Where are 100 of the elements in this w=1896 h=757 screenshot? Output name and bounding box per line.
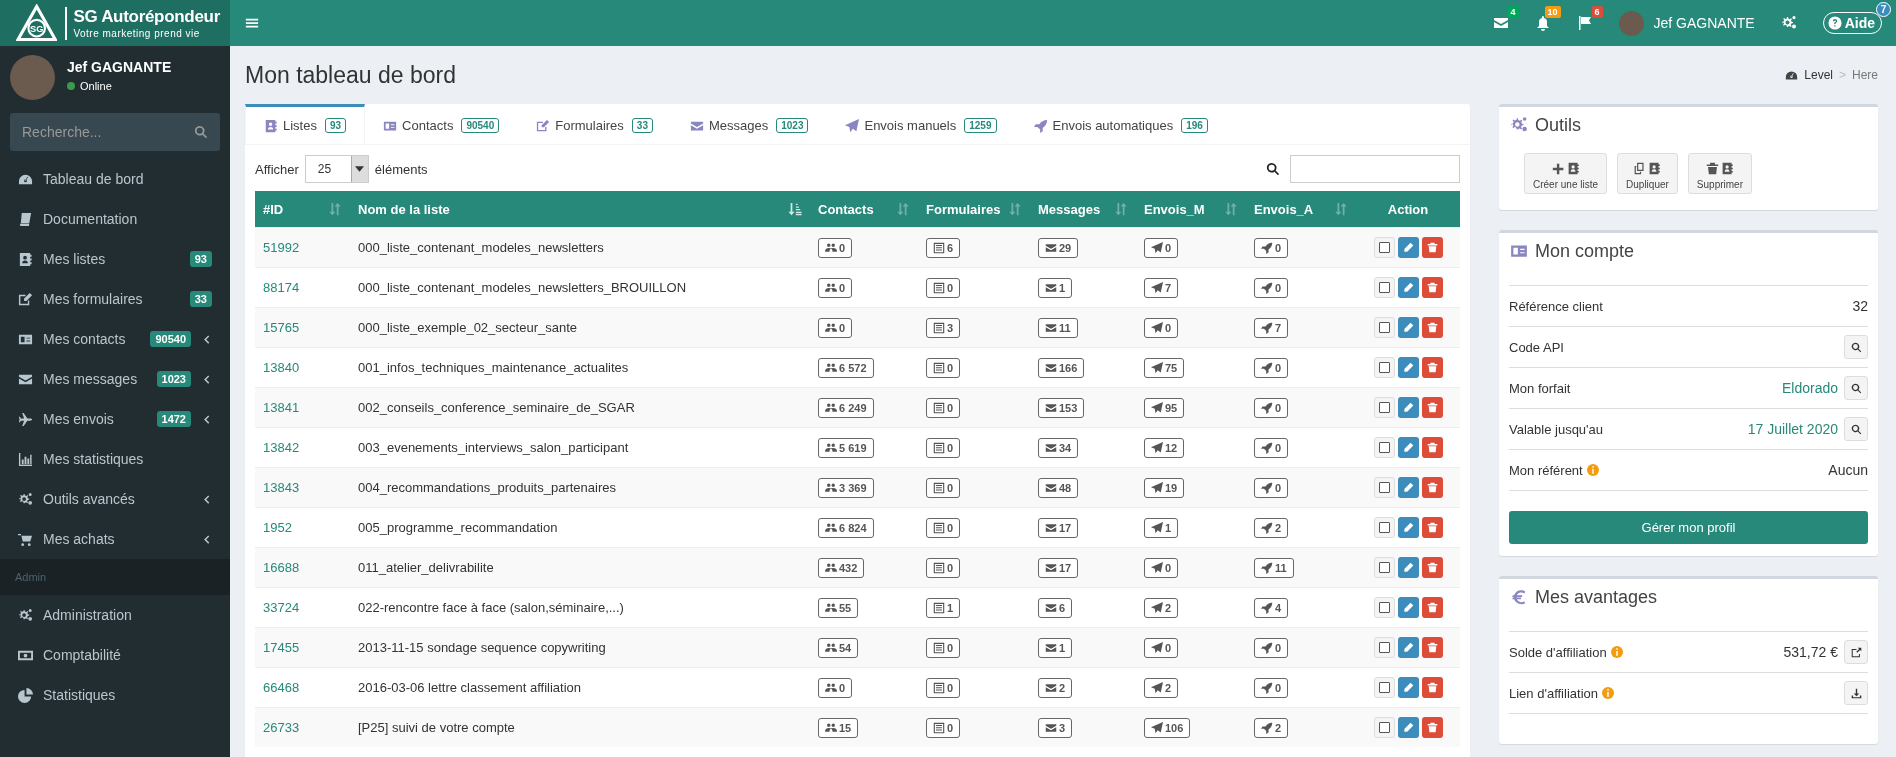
search-button[interactable] (1844, 335, 1868, 359)
select-checkbox[interactable] (1373, 317, 1395, 338)
contacts-count[interactable]: 6 249 (818, 397, 874, 418)
edit-button[interactable] (1397, 437, 1419, 458)
share-button[interactable] (1844, 640, 1868, 664)
auto-sends-count[interactable]: 2 (1254, 717, 1289, 738)
manual-sends-count[interactable]: 0 (1144, 237, 1179, 258)
edit-button[interactable] (1397, 637, 1419, 658)
manual-sends-count[interactable]: 2 (1144, 677, 1179, 698)
forms-count[interactable]: 0 (926, 557, 961, 578)
forms-count[interactable]: 0 (926, 677, 961, 698)
list-id-link[interactable]: 66468 (263, 680, 300, 695)
breadcrumb-link[interactable]: Here (1852, 68, 1878, 82)
manual-sends-count[interactable]: 1 (1144, 517, 1179, 538)
messages-count[interactable]: 6 (1038, 597, 1073, 618)
auto-sends-count[interactable]: 0 (1254, 237, 1289, 258)
delete-button[interactable] (1421, 237, 1443, 258)
select-checkbox[interactable] (1373, 237, 1395, 258)
auto-sends-count[interactable]: 0 (1254, 437, 1289, 458)
column-header[interactable]: Nom de la liste (350, 191, 810, 228)
auto-sends-count[interactable]: 0 (1254, 677, 1289, 698)
search-button[interactable] (1844, 417, 1868, 441)
sidebar-item[interactable]: Outils avancés (0, 479, 230, 519)
forms-count[interactable]: 1 (926, 597, 961, 618)
list-id-link[interactable]: 16688 (263, 560, 300, 575)
manual-sends-count[interactable]: 0 (1144, 317, 1179, 338)
user-menu-link[interactable]: Jef GAGNANTE (1653, 15, 1755, 31)
forms-count[interactable]: 0 (926, 397, 961, 418)
contacts-count[interactable]: 5 619 (818, 437, 874, 458)
messages-count[interactable]: 34 (1038, 437, 1079, 458)
list-id-link[interactable]: 51992 (263, 240, 300, 255)
tool-button[interactable]: Supprimer (1687, 153, 1752, 194)
value-link[interactable]: Eldorado (1781, 380, 1838, 396)
edit-button[interactable] (1397, 317, 1419, 338)
forms-count[interactable]: 0 (926, 717, 961, 738)
tool-button[interactable]: Créer une liste (1524, 153, 1608, 194)
column-header[interactable]: Contacts (810, 191, 918, 228)
delete-button[interactable] (1421, 717, 1443, 738)
value-link[interactable]: 17 Juillet 2020 (1747, 421, 1838, 437)
select-checkbox[interactable] (1373, 597, 1395, 618)
auto-sends-count[interactable]: 2 (1254, 517, 1289, 538)
messages-count[interactable]: 1 (1038, 277, 1073, 298)
auto-sends-count[interactable]: 4 (1254, 597, 1289, 618)
list-id-link[interactable]: 13840 (263, 360, 300, 375)
edit-button[interactable] (1397, 397, 1419, 418)
messages-count[interactable]: 166 (1038, 357, 1085, 378)
edit-button[interactable] (1397, 717, 1419, 738)
delete-button[interactable] (1421, 397, 1443, 418)
contacts-count[interactable]: 6 824 (818, 517, 874, 538)
tab[interactable]: Envois automatiques 196 (1015, 104, 1227, 144)
contacts-count[interactable]: 0 (818, 237, 853, 258)
manual-sends-count[interactable]: 0 (1144, 637, 1179, 658)
select-checkbox[interactable] (1373, 637, 1395, 658)
delete-button[interactable] (1421, 637, 1443, 658)
column-header[interactable]: Envois_A (1246, 191, 1356, 228)
tab[interactable]: Contacts 90540 (365, 104, 519, 144)
contacts-count[interactable]: 15 (818, 717, 859, 738)
select-checkbox[interactable] (1373, 717, 1395, 738)
list-id-link[interactable]: 1952 (263, 520, 292, 535)
auto-sends-count[interactable]: 11 (1254, 557, 1294, 578)
list-id-link[interactable]: 33724 (263, 600, 300, 615)
page-size-select[interactable]: 25 (304, 155, 369, 183)
manual-sends-count[interactable]: 12 (1144, 437, 1185, 458)
list-id-link[interactable]: 17455 (263, 640, 300, 655)
search-icon[interactable] (194, 125, 208, 139)
contacts-count[interactable]: 54 (818, 637, 859, 658)
column-header[interactable]: #ID (255, 191, 350, 228)
forms-count[interactable]: 0 (926, 277, 961, 298)
sidebar-item[interactable]: Mes messages 1023 (0, 359, 230, 399)
manual-sends-count[interactable]: 75 (1144, 357, 1185, 378)
select-checkbox[interactable] (1373, 397, 1395, 418)
tab[interactable]: Listes 93 (245, 104, 366, 144)
contacts-count[interactable]: 432 (818, 557, 865, 578)
edit-button[interactable] (1397, 277, 1419, 298)
delete-button[interactable] (1421, 477, 1443, 498)
table-search-field[interactable] (1290, 155, 1460, 183)
sidebar-item[interactable]: Mes achats (0, 519, 230, 559)
select-checkbox[interactable] (1373, 677, 1395, 698)
auto-sends-count[interactable]: 0 (1254, 477, 1289, 498)
manual-sends-count[interactable]: 95 (1144, 397, 1185, 418)
edit-button[interactable] (1397, 597, 1419, 618)
auto-sends-count[interactable]: 7 (1254, 317, 1289, 338)
delete-button[interactable] (1421, 317, 1443, 338)
edit-button[interactable] (1397, 237, 1419, 258)
delete-button[interactable] (1421, 557, 1443, 578)
edit-button[interactable] (1397, 557, 1419, 578)
manage-profile-button[interactable]: Gérer mon profil (1509, 511, 1868, 544)
list-id-link[interactable]: 26733 (263, 720, 300, 735)
list-id-link[interactable]: 88174 (263, 280, 300, 295)
list-id-link[interactable]: 13841 (263, 400, 300, 415)
contacts-count[interactable]: 0 (818, 677, 853, 698)
edit-button[interactable] (1397, 677, 1419, 698)
edit-button[interactable] (1397, 357, 1419, 378)
sidebar-item[interactable]: Mes formulaires 33 (0, 279, 230, 319)
edit-button[interactable] (1397, 517, 1419, 538)
sidebar-search-field[interactable]: Recherche... (10, 113, 220, 151)
messages-count[interactable]: 153 (1038, 397, 1085, 418)
delete-button[interactable] (1421, 597, 1443, 618)
select-checkbox[interactable] (1373, 557, 1395, 578)
select-checkbox[interactable] (1373, 357, 1395, 378)
